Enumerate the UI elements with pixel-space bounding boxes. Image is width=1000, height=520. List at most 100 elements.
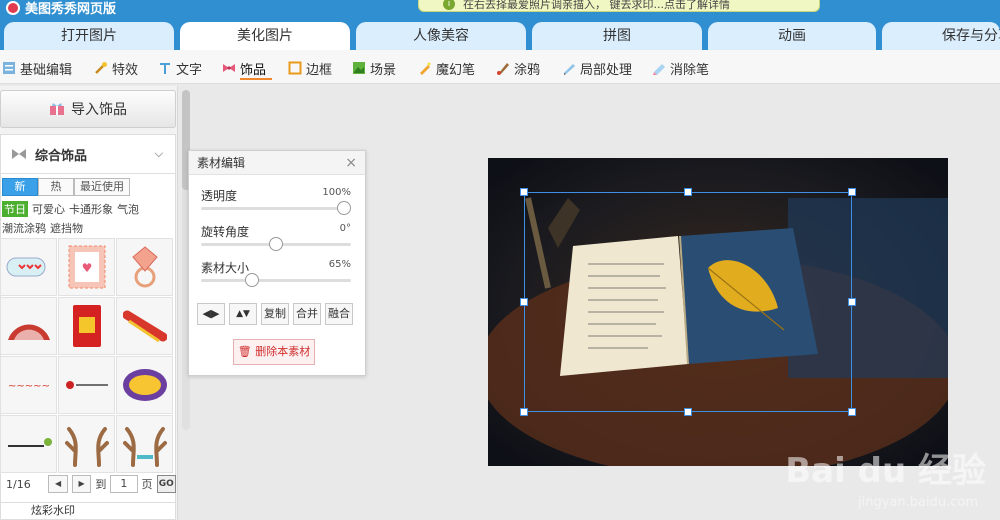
page-suffix: 页 bbox=[141, 478, 153, 491]
trash-icon: 🗑 bbox=[237, 345, 252, 358]
segment-new[interactable]: 新 bbox=[2, 178, 38, 196]
rotation-value: 0° bbox=[339, 223, 351, 234]
active-tool-indicator bbox=[240, 78, 272, 80]
go-button[interactable]: GO bbox=[156, 475, 176, 493]
tag-occluder[interactable]: 遮挡物 bbox=[50, 220, 83, 236]
brush-icon bbox=[497, 63, 509, 75]
accessory-thumb[interactable] bbox=[116, 238, 173, 296]
tool-graffiti[interactable]: 涂鸦 bbox=[496, 59, 541, 78]
local-adjust-icon bbox=[564, 64, 575, 75]
accessory-thumb[interactable] bbox=[58, 356, 115, 414]
tag-row-2: 潮流涂鸦 遮挡物 bbox=[2, 220, 83, 236]
tab-beautify[interactable]: 美化图片 bbox=[180, 22, 350, 50]
magic-wand-icon bbox=[95, 62, 107, 74]
app-title: 美图秀秀网页版 bbox=[6, 0, 116, 17]
gift-icon bbox=[50, 103, 64, 115]
tool-frame[interactable]: 边框 bbox=[288, 59, 332, 78]
tool-accessories[interactable]: 饰品 bbox=[222, 59, 267, 78]
chevron-down-icon[interactable]: ⌵ bbox=[155, 147, 163, 161]
category-watermark[interactable]: 炫彩水印 bbox=[0, 502, 176, 520]
tool-local-adjust[interactable]: 局部处理 bbox=[562, 59, 632, 78]
blend-button[interactable]: 融合 bbox=[325, 303, 353, 325]
tool-basic-edit[interactable]: 基础编辑 bbox=[2, 59, 73, 78]
tag-bubble[interactable]: 气泡 bbox=[117, 201, 139, 217]
flip-horizontal-icon[interactable]: ◀▶ bbox=[197, 303, 225, 325]
tag-cute[interactable]: 可爱心 bbox=[32, 201, 65, 217]
rotation-label: 旋转角度 bbox=[201, 225, 250, 239]
resize-handle[interactable] bbox=[848, 298, 856, 306]
accessories-panel: 导入饰品 综合饰品 ⌵ 新 热 最近使用 节日 可爱心 卡通形象 气泡 潮流涂鸦… bbox=[0, 86, 178, 520]
tool-effects-label: 特效 bbox=[112, 62, 139, 78]
flip-vertical-icon[interactable]: ▲▼ bbox=[229, 303, 257, 325]
resize-handle[interactable] bbox=[684, 188, 692, 196]
accessory-grid: ♥ ~~~~~ bbox=[0, 238, 173, 473]
accessory-thumb[interactable]: ♥ bbox=[58, 238, 115, 296]
tab-open-image[interactable]: 打开图片 bbox=[4, 22, 174, 50]
editor-title-bar[interactable]: 素材编辑 × bbox=[189, 151, 365, 175]
tool-eraser-pen[interactable]: 消除笔 bbox=[652, 59, 710, 78]
close-icon[interactable]: × bbox=[345, 151, 357, 175]
bow-tie-icon bbox=[12, 149, 26, 159]
page-indicator: 1/16 bbox=[6, 477, 31, 491]
tag-cartoon[interactable]: 卡通形象 bbox=[69, 201, 113, 217]
accessory-thumb[interactable] bbox=[0, 415, 57, 473]
accessory-thumb[interactable]: ~~~~~ bbox=[0, 356, 57, 414]
meitu-logo-icon bbox=[6, 0, 20, 15]
segment-hot[interactable]: 热 bbox=[38, 178, 74, 196]
category-header[interactable]: 综合饰品 ⌵ bbox=[0, 134, 176, 174]
accessory-thumb[interactable] bbox=[116, 356, 173, 414]
notice-banner[interactable]: i 在右去择最爱照片调亲描入， 键去求印...点击了解详情 bbox=[418, 0, 820, 12]
tool-scene[interactable]: 场景 bbox=[352, 59, 397, 78]
merge-button[interactable]: 合并 bbox=[293, 303, 321, 325]
top-header: 美图秀秀网页版 i 在右去择最爱照片调亲描入， 键去求印...点击了解详情 bbox=[0, 0, 1000, 18]
main-tabs: 打开图片 美化图片 人像美容 拼图 动画 保存与分享 bbox=[0, 18, 1000, 50]
tab-collage[interactable]: 拼图 bbox=[532, 22, 702, 50]
tab-save-share[interactable]: 保存与分享 bbox=[882, 22, 1000, 50]
info-icon: i bbox=[443, 0, 455, 10]
accessory-thumb[interactable] bbox=[116, 415, 173, 473]
text-T-icon bbox=[160, 63, 170, 74]
opacity-slider[interactable] bbox=[201, 207, 351, 210]
notice-text[interactable]: 在右去择最爱照片调亲描入， 键去求印...点击了解详情 bbox=[463, 0, 730, 11]
next-page-icon[interactable]: ▶ bbox=[71, 475, 92, 493]
copy-button[interactable]: 复制 bbox=[261, 303, 289, 325]
opacity-slider-knob[interactable] bbox=[337, 201, 351, 215]
tool-accessories-label: 饰品 bbox=[240, 62, 267, 78]
size-value: 65% bbox=[328, 259, 351, 270]
accessory-thumb[interactable] bbox=[116, 297, 173, 355]
tool-basic-edit-label: 基础编辑 bbox=[20, 62, 73, 78]
delete-material-button[interactable]: 🗑 删除本素材 bbox=[233, 339, 315, 365]
tab-animation[interactable]: 动画 bbox=[708, 22, 876, 50]
resize-handle[interactable] bbox=[520, 188, 528, 196]
accessory-thumb[interactable] bbox=[58, 415, 115, 473]
size-slider-knob[interactable] bbox=[244, 273, 259, 287]
rotation-slider-knob[interactable] bbox=[269, 237, 283, 251]
resize-handle[interactable] bbox=[684, 408, 692, 416]
tag-festival[interactable]: 节日 bbox=[2, 201, 28, 217]
pagination: 1/16 ◀ ▶ 到 1 页 GO bbox=[0, 472, 176, 496]
size-slider[interactable] bbox=[201, 279, 351, 282]
tag-graffiti[interactable]: 潮流涂鸦 bbox=[2, 220, 46, 236]
accessory-thumb[interactable] bbox=[0, 238, 57, 296]
resize-handle[interactable] bbox=[520, 408, 528, 416]
tool-eraser-pen-label: 消除笔 bbox=[670, 62, 710, 78]
accessory-thumb[interactable] bbox=[0, 297, 57, 355]
delete-material-label: 删除本素材 bbox=[255, 345, 311, 358]
resize-handle[interactable] bbox=[848, 188, 856, 196]
resize-handle[interactable] bbox=[848, 408, 856, 416]
svg-text:~~~~~: ~~~~~ bbox=[8, 381, 50, 392]
segment-recent[interactable]: 最近使用 bbox=[74, 178, 130, 196]
selection-box[interactable] bbox=[524, 192, 852, 412]
tool-graffiti-label: 涂鸦 bbox=[514, 62, 541, 78]
tab-portrait[interactable]: 人像美容 bbox=[356, 22, 526, 50]
import-accessory-button[interactable]: 导入饰品 bbox=[0, 90, 176, 128]
baidu-watermark-url: jingyan.baidu.com bbox=[858, 495, 978, 510]
resize-handle[interactable] bbox=[520, 298, 528, 306]
accessory-thumb[interactable] bbox=[58, 297, 115, 355]
tool-text[interactable]: 文字 bbox=[158, 59, 202, 78]
tool-scene-label: 场景 bbox=[370, 62, 397, 78]
tool-magic-pen[interactable]: 魔幻笔 bbox=[418, 59, 475, 78]
prev-page-icon[interactable]: ◀ bbox=[48, 475, 68, 493]
tool-effects[interactable]: 特效 bbox=[94, 59, 139, 78]
page-input[interactable]: 1 bbox=[110, 475, 138, 493]
